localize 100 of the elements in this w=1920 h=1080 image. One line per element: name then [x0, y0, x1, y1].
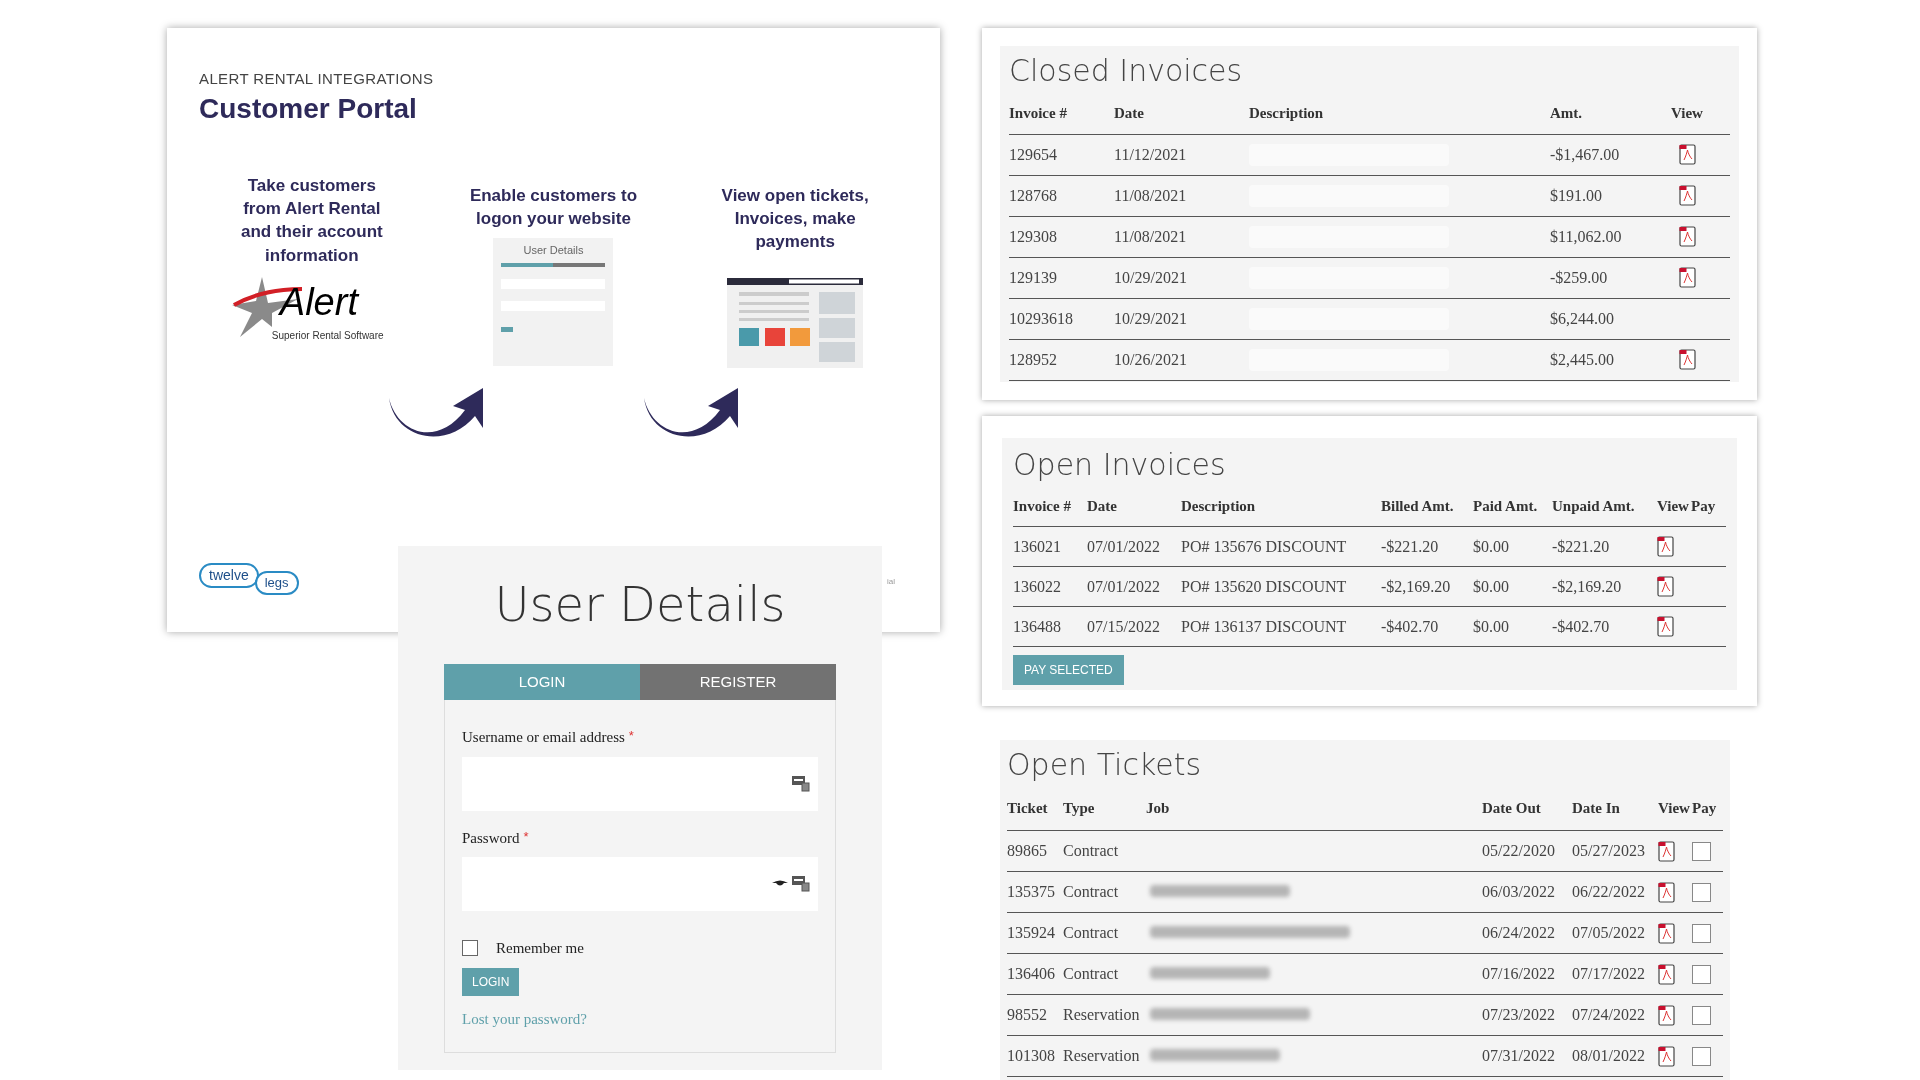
table-cell-text: PO# 135620 DISCOUNT: [1181, 576, 1348, 597]
tab[interactable]: REGISTER: [640, 664, 836, 700]
column-header: Date Out: [1482, 799, 1542, 819]
pdf-icon[interactable]: [1657, 576, 1674, 597]
table-cell-text: 07/17/2022: [1572, 964, 1646, 984]
table-cell-text: 135375: [1007, 882, 1056, 902]
table-cell-text: -$221.20: [1381, 536, 1440, 557]
footnote-text: ial: [887, 576, 895, 588]
column-header: Type: [1063, 799, 1096, 819]
column-header: Job: [1146, 799, 1171, 819]
table-cell-text: 135924: [1007, 923, 1056, 943]
table-cell-text: 07/24/2022: [1572, 1005, 1646, 1025]
lost-password-link[interactable]: Lost your password?: [462, 1007, 818, 1030]
checkbox[interactable]: [1692, 1005, 1711, 1025]
pdf-icon[interactable]: [1679, 185, 1696, 206]
table-cell-text: $6,244.00: [1550, 309, 1615, 329]
table-cell-text: 11/12/2021: [1114, 145, 1188, 165]
column-header: Invoice #: [1009, 104, 1068, 124]
pdf-icon[interactable]: [1658, 963, 1675, 985]
twelve-legs-logo: twelve legs: [199, 563, 299, 595]
pdf-icon[interactable]: [1657, 616, 1674, 637]
table-cell-text: 07/16/2022: [1482, 964, 1556, 984]
column-header: Amt.: [1550, 104, 1584, 124]
keyboard-icon[interactable]: [792, 876, 810, 892]
pdf-icon[interactable]: [1658, 881, 1675, 903]
section-title: Open Tickets: [1007, 746, 1203, 784]
checkbox[interactable]: [1692, 882, 1711, 902]
table-cell-text: 11/08/2021: [1114, 186, 1188, 206]
required-mark: *: [523, 827, 529, 846]
required-mark: *: [628, 727, 634, 745]
table-cell-text: Contract: [1063, 882, 1120, 902]
table-cell-text: 11/08/2021: [1114, 227, 1188, 247]
table-cell-text: $0.00: [1473, 536, 1510, 557]
tab[interactable]: LOGIN: [444, 664, 640, 700]
table-cell-text: 10293618: [1009, 309, 1074, 329]
table-cell-text: -$2,169.20: [1381, 576, 1452, 597]
slide-title: Customer Portal: [199, 91, 418, 126]
input-field[interactable]: [462, 756, 818, 811]
keyboard-icon[interactable]: [792, 775, 810, 792]
table-cell-text: 07/31/2022: [1482, 1046, 1556, 1066]
pdf-icon[interactable]: [1657, 536, 1674, 557]
table-cell-text: 07/01/2022: [1087, 576, 1161, 597]
eye-icon[interactable]: [772, 880, 788, 888]
column-header: Ticket: [1007, 799, 1049, 819]
table-cell-text: 07/05/2022: [1572, 923, 1646, 943]
table-cell-text: PO# 135676 DISCOUNT: [1181, 536, 1348, 557]
table-cell-text: -$2,169.20: [1552, 576, 1623, 597]
table-cell-text: 10/29/2021: [1114, 309, 1188, 329]
step-caption: Enable customers to logon your website: [468, 184, 639, 230]
pdf-icon[interactable]: [1658, 1045, 1675, 1067]
table-cell-text: 07/15/2022: [1087, 616, 1161, 637]
checkbox[interactable]: [1692, 964, 1711, 984]
pay-selected-button[interactable]: PAY SELECTED: [1013, 655, 1124, 685]
section-title: Open Invoices: [1013, 446, 1227, 484]
table-cell-text: 89865: [1007, 841, 1048, 861]
slide-eyebrow: ALERT RENTAL INTEGRATIONS: [199, 69, 435, 89]
pdf-icon[interactable]: [1679, 267, 1696, 288]
field-label: Username or email address: [462, 728, 625, 747]
table-cell-text: 05/27/2023: [1572, 841, 1646, 861]
column-header: Date: [1087, 497, 1118, 517]
checkbox[interactable]: [462, 940, 478, 957]
column-header: View: [1658, 799, 1691, 819]
column-header: Unpaid Amt.: [1552, 497, 1636, 517]
table-cell-text: 06/22/2022: [1572, 882, 1646, 902]
table-cell-text: Reservation: [1063, 1005, 1141, 1025]
checkbox[interactable]: [1692, 841, 1711, 861]
remember-label: Remember me: [496, 939, 584, 958]
table-cell-text: Reservation: [1063, 1046, 1141, 1066]
login-button[interactable]: LOGIN: [462, 967, 520, 996]
pdf-icon[interactable]: [1679, 226, 1696, 247]
table-cell-text: 10/29/2021: [1114, 268, 1188, 288]
pdf-icon[interactable]: [1658, 1004, 1675, 1026]
table-cell-text: Contract: [1063, 964, 1120, 984]
table-cell-text: Contract: [1063, 923, 1120, 943]
table-cell-text: 136022: [1013, 576, 1062, 597]
table-cell-text: PO# 136137 DISCOUNT: [1181, 616, 1348, 637]
table-cell-text: 136021: [1013, 536, 1062, 557]
table-cell-text: 05/22/2020: [1482, 841, 1556, 861]
login-thumbnail: User Details: [493, 238, 614, 367]
table-cell-text: $11,062.00: [1550, 227, 1623, 247]
pdf-icon[interactable]: [1658, 922, 1675, 944]
column-header: Pay: [1692, 799, 1718, 819]
field-label: Password: [462, 828, 520, 848]
table-cell-text: 136488: [1013, 616, 1062, 637]
column-header: Description: [1181, 497, 1257, 517]
table-cell-text: 98552: [1007, 1005, 1048, 1025]
table-cell-text: 128952: [1009, 350, 1058, 370]
pdf-icon[interactable]: [1679, 349, 1696, 370]
panel-title: User Details: [494, 575, 786, 634]
input-field[interactable]: [462, 857, 818, 911]
column-header: Description: [1249, 104, 1325, 124]
checkbox[interactable]: [1692, 923, 1711, 943]
column-header: Invoice #: [1013, 497, 1072, 517]
table-cell-text: 136406: [1007, 964, 1056, 984]
column-header: Date: [1114, 104, 1145, 124]
checkbox[interactable]: [1692, 1046, 1711, 1066]
table-cell-text: $0.00: [1473, 576, 1510, 597]
step-caption: Take customers from Alert Rental and their account information: [240, 174, 384, 267]
pdf-icon[interactable]: [1658, 840, 1675, 862]
pdf-icon[interactable]: [1679, 144, 1696, 165]
